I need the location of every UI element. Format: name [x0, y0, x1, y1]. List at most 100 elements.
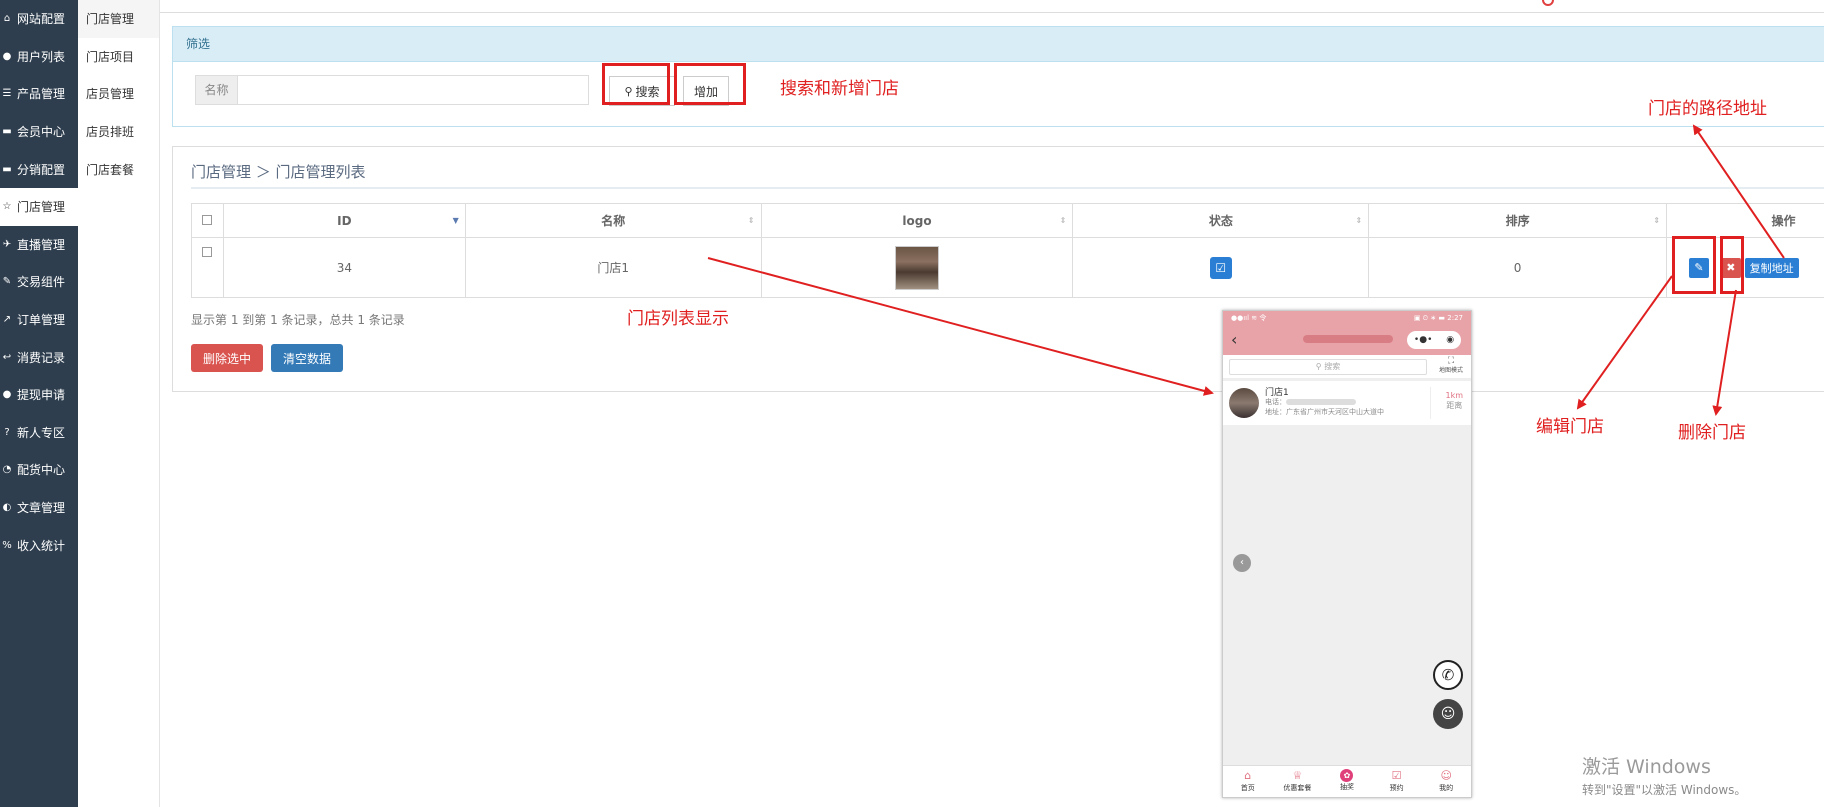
sidebar-item-label: 产品管理 — [17, 87, 66, 102]
sidebar-item[interactable]: ? 新人专区 — [0, 414, 78, 452]
filter-panel-title: 筛选 — [173, 27, 1824, 62]
store-list-panel: 门店管理 ＞ 门店管理列表 ID ▼ 名称 ⇕ logo ⇕ 状态 ⇕ 排序 ⇕ 操作 3… — [172, 146, 1824, 392]
lottery-icon: ✿ — [1340, 769, 1354, 782]
watermark-line2: 转到"设置"以激活 Windows。 — [1582, 783, 1747, 797]
status-toggle-icon[interactable]: ☑ — [1209, 256, 1232, 279]
tab-lottery[interactable]: ✿ 抽奖 — [1322, 766, 1372, 797]
sidebar-item-label: 交易组件 — [17, 275, 66, 290]
circle-half-icon: ◐ — [2, 502, 12, 514]
subnav-item[interactable]: 店员排班 — [78, 113, 159, 151]
row-checkbox[interactable] — [202, 247, 213, 257]
column-name[interactable]: 名称 ⇕ — [464, 203, 762, 238]
sort-icon: ⇕ — [747, 216, 755, 225]
tab-booking[interactable]: ☑ 预约 — [1372, 766, 1422, 797]
sidebar-item[interactable]: ◔ 配货中心 — [0, 451, 78, 489]
select-all-checkbox[interactable] — [202, 214, 213, 225]
column-ops-label: 操作 — [1771, 214, 1796, 228]
phone-store-item[interactable]: 门店1 电话： 地址：广东省广州市天河区中山大道中 1km 距离 — [1223, 381, 1471, 425]
miniprogram-capsule[interactable]: •●• ◉ — [1407, 331, 1461, 349]
store-distance: 1km 距离 — [1445, 391, 1463, 411]
phone-number-blurred — [1286, 399, 1356, 405]
top-bar — [160, 0, 1824, 13]
pie-icon: ◔ — [2, 464, 12, 476]
tab-mine-label: 我的 — [1439, 784, 1454, 792]
reply-icon: ↩ — [2, 351, 12, 363]
row-select-cell — [191, 237, 224, 298]
sidebar-item[interactable]: ↗ 订单管理 — [0, 301, 78, 339]
store-logo-image — [895, 245, 940, 290]
close-target-icon: ◉ — [1446, 335, 1455, 345]
column-status-label: 状态 — [1208, 214, 1233, 228]
search-icon: ⚲ — [1315, 362, 1325, 371]
name-filter-input[interactable] — [238, 76, 588, 104]
tab-package[interactable]: ♕ 优惠套餐 — [1273, 766, 1323, 797]
phone-status-bar: ●●ııl ≋ 令 ▣ ⏲ ∗ ▬ 2:27 — [1223, 311, 1471, 325]
phone-search-placeholder: 搜索 — [1324, 362, 1341, 371]
sidebar-item[interactable]: ▬ 分销配置 — [0, 150, 78, 188]
tab-mine[interactable]: ☺ 我的 — [1421, 766, 1471, 797]
sort-desc-icon: ▼ — [452, 216, 459, 225]
sidebar-item[interactable]: ● 提现申请 — [0, 376, 78, 414]
column-logo[interactable]: logo ⇕ — [760, 203, 1074, 238]
sidebar-item[interactable]: ☆ 门店管理 — [0, 187, 78, 226]
column-id[interactable]: ID ▼ — [222, 203, 466, 238]
cart-icon: ▬ — [2, 163, 12, 175]
highlight-delete — [1720, 236, 1744, 294]
gift-icon: ♕ — [1292, 769, 1303, 782]
comments-icon: ● — [2, 389, 12, 401]
list-icon: ☰ — [2, 88, 12, 100]
row-id: 34 — [222, 237, 466, 298]
sidebar-menu: ⌂ 网站配置 ● 用户列表 ☰ 产品管理 ▬ 会员中心 ▬ 分销配置 ☆ 门店管理 ✈ 直播管理 ✎ 交易组件… — [0, 0, 78, 564]
sort-icon: ⇕ — [1355, 216, 1363, 225]
sort-icon: ⇕ — [1059, 216, 1067, 225]
sidebar-item[interactable]: ● 用户列表 — [0, 38, 78, 76]
customer-service-icon[interactable]: ☺ — [1433, 699, 1463, 729]
sidebar-item[interactable]: ✎ 交易组件 — [0, 263, 78, 301]
delete-selected-button[interactable]: 删除选中 — [191, 344, 263, 372]
subnav-item[interactable]: 门店项目 — [78, 38, 159, 76]
phone-search-input[interactable]: ⚲ 搜索 — [1229, 359, 1427, 375]
sidebar-item[interactable]: ▬ 会员中心 — [0, 113, 78, 151]
column-sort[interactable]: 排序 ⇕ — [1368, 203, 1668, 238]
breadcrumb: 门店管理 ＞ 门店管理列表 — [191, 163, 366, 181]
select-all-header — [191, 203, 224, 238]
phone-store-address: 地址：广东省广州市天河区中山大道中 — [1265, 408, 1384, 416]
tab-home[interactable]: ⌂ 首页 — [1223, 766, 1273, 797]
clear-data-button[interactable]: 清空数据 — [271, 344, 343, 372]
sidebar-item[interactable]: ↩ 消费记录 — [0, 338, 78, 376]
percent-icon: % — [2, 539, 12, 551]
back-arrow-icon[interactable]: ‹ — [1231, 330, 1237, 349]
filter-panel: 筛选 名称 ⚲ 搜索 增加 — [172, 26, 1824, 127]
phone-search-row: ⚲ 搜索 ⛶ 地图模式 — [1223, 355, 1471, 379]
subnav-item[interactable]: 店员管理 — [78, 75, 159, 113]
sidebar-item-label: 直播管理 — [17, 237, 66, 252]
highlight-add — [674, 63, 746, 105]
distance-label: 距离 — [1446, 401, 1463, 410]
column-status[interactable]: 状态 ⇕ — [1072, 203, 1370, 238]
records-summary: 显示第 1 到第 1 条记录，总共 1 条记录 — [191, 313, 405, 327]
store-table: ID ▼ 名称 ⇕ logo ⇕ 状态 ⇕ 排序 ⇕ 操作 34 门店1 ☑ 0 ✎ ✖ … — [191, 203, 1824, 298]
store-avatar — [1229, 388, 1259, 418]
collapse-left-icon[interactable]: ‹ — [1233, 554, 1251, 572]
map-mode-button[interactable]: ⛶ 地图模式 — [1439, 357, 1463, 375]
annotation-edit-store: 编辑门店 — [1536, 417, 1604, 437]
booking-icon: ☑ — [1391, 769, 1402, 782]
phone-tab-bar: ⌂ 首页 ♕ 优惠套餐 ✿ 抽奖 ☑ 预约 ☺ 我的 — [1223, 765, 1471, 797]
home-icon: ⌂ — [1244, 769, 1252, 782]
share-icon: ↗ — [2, 314, 12, 326]
sidebar-item[interactable]: % 收入统计 — [0, 526, 78, 564]
sidebar-item[interactable]: ☰ 产品管理 — [0, 75, 78, 113]
subnav-item[interactable]: 门店套餐 — [78, 150, 159, 188]
tab-booking-label: 预约 — [1389, 784, 1404, 792]
sidebar-item-label: 文章管理 — [17, 501, 66, 516]
sidebar-item-label: 会员中心 — [17, 125, 66, 140]
sidebar-item[interactable]: ◐ 文章管理 — [0, 489, 78, 527]
sidebar-item[interactable]: ✈ 直播管理 — [0, 226, 78, 264]
subnav-item[interactable]: 门店管理 — [78, 0, 159, 38]
row-logo-cell — [760, 237, 1074, 298]
copy-address-button[interactable]: 复制地址 — [1744, 257, 1799, 278]
map-mode-label: 地图模式 — [1438, 367, 1463, 374]
highlight-search — [602, 63, 670, 105]
sidebar-item[interactable]: ⌂ 网站配置 — [0, 0, 78, 38]
phone-call-icon[interactable]: ✆ — [1433, 660, 1463, 690]
